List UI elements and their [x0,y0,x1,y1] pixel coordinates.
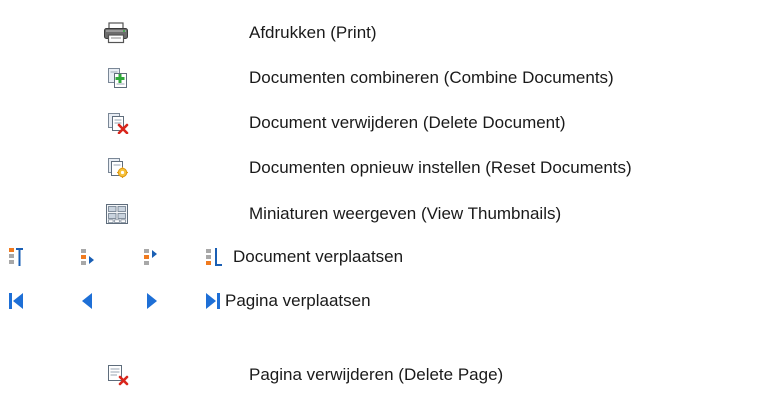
previous-page-icon[interactable] [80,291,94,311]
reset-documents-icon[interactable] [107,157,129,179]
delete-page-icon[interactable] [106,364,130,386]
legend-label-reset-documents: Documenten opnieuw instellen (Reset Docu… [249,158,632,177]
legend-label-move-document: Document verplaatsen [233,247,404,266]
move-document-up-icon[interactable] [80,246,96,268]
next-page-icon[interactable] [145,291,159,311]
legend-row-move-page: Pagina verplaatsen [0,278,778,324]
move-document-to-top-icon[interactable] [8,246,24,268]
legend-row-delete-document: Document verwijderen (Delete Document) [0,100,778,146]
legend-row-combine-documents: Documenten combineren (Combine Documents… [0,55,778,101]
delete-document-icon[interactable] [107,112,129,134]
printer-icon[interactable] [103,22,129,44]
legend-row-view-thumbnails: Miniaturen weergeven (View Thumbnails) [0,191,778,237]
first-page-icon[interactable] [8,291,24,311]
legend-row-print: Afdrukken (Print) [0,10,778,56]
last-page-icon[interactable] [205,291,221,311]
legend-label-print: Afdrukken (Print) [249,23,377,42]
legend-row-delete-page: Pagina verwijderen (Delete Page) [0,352,778,398]
legend-label-view-thumbnails: Miniaturen weergeven (View Thumbnails) [249,204,562,223]
move-document-down-icon[interactable] [143,246,159,268]
legend-row-reset-documents: Documenten opnieuw instellen (Reset Docu… [0,145,778,191]
legend-label-delete-page: Pagina verwijderen (Delete Page) [249,365,504,384]
legend-label-move-page: Pagina verplaatsen [225,291,371,310]
thumbnails-icon[interactable] [105,203,129,225]
legend-row-move-document: Document verplaatsen [0,234,778,280]
combine-documents-icon[interactable] [107,67,129,89]
legend-label-combine-documents: Documenten combineren (Combine Documents… [249,68,614,87]
legend-label-delete-document: Document verwijderen (Delete Document) [249,113,566,132]
move-document-to-bottom-icon[interactable] [205,246,223,268]
